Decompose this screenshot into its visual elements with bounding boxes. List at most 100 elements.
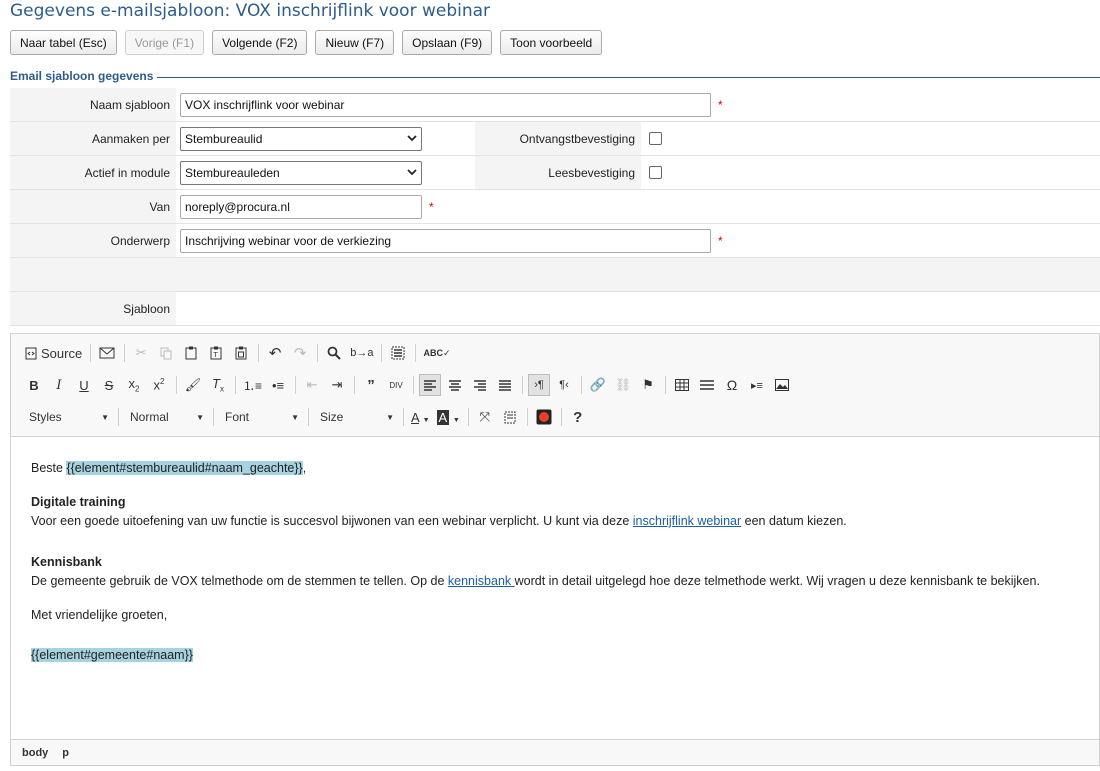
webinar-link[interactable]: inschrijflink webinar <box>633 514 741 528</box>
subscript-button[interactable]: x2 <box>123 374 145 396</box>
format-combo[interactable]: Normal ▼ <box>124 406 210 428</box>
copy-button[interactable] <box>155 342 177 364</box>
replace-button[interactable]: b→a <box>348 342 375 364</box>
actief-select[interactable]: Stembureauleden <box>180 160 422 185</box>
naam-input[interactable]: VOX inschrijflink voor webinar <box>180 92 711 117</box>
save-button[interactable]: Opslaan (F9) <box>402 30 493 55</box>
signature-paragraph: {{element#gemeente#naam}} <box>31 646 1079 665</box>
align-left-button[interactable] <box>419 374 442 396</box>
placeholder-button[interactable] <box>533 406 555 428</box>
superscript-button[interactable]: x2 <box>148 374 170 396</box>
align-center-icon <box>449 379 462 391</box>
ltr-button[interactable]: ›¶ <box>528 374 551 396</box>
page-title: Gegevens e-mailsjabloon: VOX inschrijfli… <box>10 1 491 21</box>
aanmaken-select[interactable]: Stembureaulid <box>180 126 422 151</box>
editor-content[interactable]: Beste {{element#stembureaulid#naam_geach… <box>11 438 1099 740</box>
show-blocks-button[interactable] <box>499 406 521 428</box>
page-break-button[interactable]: ▸≡ <box>746 374 768 396</box>
unlink-button[interactable]: ⛓ <box>612 374 634 396</box>
remove-format-button[interactable]: Tx <box>207 374 229 396</box>
justify-button[interactable] <box>494 374 516 396</box>
justify-icon <box>499 379 512 391</box>
styles-combo[interactable]: Styles ▼ <box>23 406 115 428</box>
kennisbank-heading: Kennisbank <box>31 555 102 569</box>
font-combo[interactable]: Font ▼ <box>219 406 305 428</box>
bulleted-list-button[interactable]: •≡ <box>267 374 289 396</box>
indent-button[interactable]: ⇥ <box>326 374 348 396</box>
help-button[interactable]: ? <box>567 406 589 428</box>
paste-word-button[interactable] <box>230 342 252 364</box>
underline-button[interactable]: U <box>73 374 95 396</box>
undo-button[interactable]: ↶ <box>264 342 286 364</box>
outdent-button[interactable]: ⇤ <box>301 374 323 396</box>
strike-button[interactable]: S <box>98 374 120 396</box>
training-text-start: Voor een goede uitoefening van uw functi… <box>31 514 633 528</box>
rich-text-editor: Source ✂ T ↶ ↷ b→a ABC✓ B I U S x2 x2 🖌 … <box>10 333 1100 766</box>
blockquote-button[interactable]: ” <box>360 374 382 396</box>
greeting-text: Beste <box>31 461 67 475</box>
preview-button[interactable]: Toon voorbeeld <box>500 30 603 55</box>
table-button[interactable] <box>671 374 693 396</box>
align-center-button[interactable] <box>444 374 466 396</box>
next-button[interactable]: Volgende (F2) <box>212 30 308 55</box>
div-icon: DIV <box>389 380 403 390</box>
bg-color-button[interactable]: A ▼ <box>435 406 462 428</box>
training-paragraph: Voor een goede uitoefening van uw functi… <box>31 512 1079 531</box>
image-icon <box>775 379 790 391</box>
back-to-table-button[interactable]: Naar tabel (Esc) <box>10 30 117 55</box>
lees-checkbox[interactable] <box>649 166 662 179</box>
onderwerp-label: Onderwerp <box>10 224 176 257</box>
onderwerp-input[interactable]: Inschrijving webinar voor de verkiezing <box>180 228 711 253</box>
select-all-button[interactable] <box>387 342 409 364</box>
redo-button[interactable]: ↷ <box>289 342 311 364</box>
div-button[interactable]: DIV <box>385 374 407 396</box>
text-color-button[interactable]: A ▼ <box>409 406 432 428</box>
anchor-button[interactable]: ⚑ <box>637 374 659 396</box>
find-button[interactable] <box>323 342 345 364</box>
indent-icon: ⇥ <box>331 377 343 392</box>
source-button[interactable]: Source <box>23 342 84 364</box>
special-char-button[interactable]: Ω <box>721 374 743 396</box>
sjabloon-label: Sjabloon <box>10 292 176 325</box>
numbered-list-button[interactable]: ⒈≡ <box>241 374 264 396</box>
form-row-aanmaken: Aanmaken per Stembureaulid Ontvangstbeve… <box>10 122 1100 156</box>
spellcheck-button[interactable]: ABC✓ <box>421 342 452 364</box>
required-mark: * <box>429 199 434 214</box>
copy-format-button[interactable]: 🖌 <box>182 374 204 396</box>
maximize-button[interactable]: ⤧ <box>474 406 496 428</box>
search-icon <box>327 346 341 360</box>
kennisbank-link[interactable]: kennisbank <box>448 574 515 588</box>
new-button[interactable]: Nieuw (F7) <box>315 30 395 55</box>
size-combo[interactable]: Size ▼ <box>314 406 400 428</box>
cut-button[interactable]: ✂ <box>130 342 152 364</box>
email-button[interactable] <box>96 342 118 364</box>
source-icon <box>25 347 37 359</box>
ontvangst-checkbox[interactable] <box>649 132 662 145</box>
path-body[interactable]: body <box>22 747 48 759</box>
form-row-actief: Actief in module Stembureauleden Leesbev… <box>10 156 1100 190</box>
path-p[interactable]: p <box>62 747 69 759</box>
link-button[interactable]: 🔗 <box>587 374 609 396</box>
italic-button[interactable]: I <box>48 374 70 396</box>
bold-button[interactable]: B <box>23 374 45 396</box>
align-right-button[interactable] <box>469 374 491 396</box>
paste-button[interactable] <box>180 342 202 364</box>
image-button[interactable] <box>771 374 793 396</box>
chevron-down-icon <box>407 169 417 176</box>
envelope-icon <box>99 347 115 359</box>
greeting-paragraph: Beste {{element#stembureaulid#naam_geach… <box>31 459 1079 478</box>
editor-toolbar: Source ✂ T ↶ ↷ b→a ABC✓ B I U S x2 x2 🖌 … <box>11 334 1099 437</box>
legend-divider <box>10 77 1100 78</box>
paste-text-button[interactable]: T <box>205 342 227 364</box>
horizontal-rule-button[interactable] <box>696 374 718 396</box>
van-input[interactable]: noreply@procura.nl <box>180 194 422 219</box>
action-bar: Naar tabel (Esc) Vorige (F1) Volgende (F… <box>10 30 603 55</box>
omega-icon: Ω <box>726 377 738 393</box>
strikethrough-icon: S <box>104 377 114 393</box>
form-row-onderwerp: Onderwerp Inschrijving webinar voor de v… <box>10 224 1100 258</box>
training-heading: Digitale training <box>31 495 126 509</box>
previous-button[interactable]: Vorige (F1) <box>124 30 205 55</box>
rtl-button[interactable]: ¶‹ <box>553 374 575 396</box>
flag-icon: ⚑ <box>642 377 654 392</box>
numbered-list-icon: ⒈≡ <box>243 378 263 393</box>
